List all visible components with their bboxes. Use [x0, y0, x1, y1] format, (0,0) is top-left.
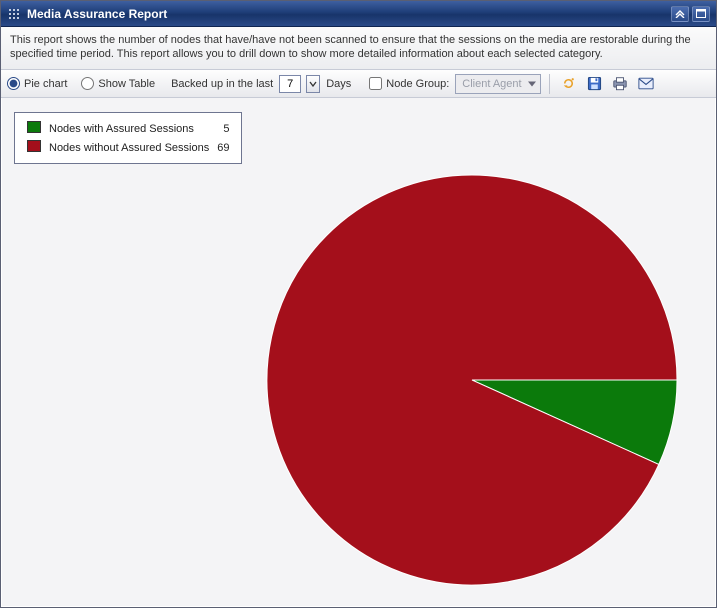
- chevron-up-icon: [675, 10, 685, 18]
- legend-value: 69: [213, 138, 233, 157]
- legend-label: Nodes with Assured Sessions: [45, 119, 213, 138]
- backed-label-prefix: Backed up in the last: [171, 78, 273, 90]
- email-button[interactable]: [636, 74, 656, 94]
- legend-value: 5: [213, 119, 233, 138]
- backed-label-suffix: Days: [326, 78, 351, 90]
- legend-item: Nodes without Assured Sessions 69: [23, 138, 233, 157]
- maximize-icon: [696, 9, 706, 18]
- refresh-icon: [561, 76, 576, 91]
- days-input[interactable]: [279, 75, 301, 93]
- chevron-down-icon: [309, 81, 317, 87]
- window-title: Media Assurance Report: [27, 7, 167, 21]
- chart-content: Nodes with Assured Sessions 5 Nodes with…: [2, 100, 715, 606]
- node-group-value: Client Agent: [462, 78, 521, 90]
- drag-handle-icon: [7, 7, 21, 21]
- chart-legend: Nodes with Assured Sessions 5 Nodes with…: [14, 112, 242, 164]
- view-pie-label: Pie chart: [24, 78, 67, 90]
- pie-slice[interactable]: [267, 175, 677, 585]
- print-button[interactable]: [610, 74, 630, 94]
- printer-icon: [612, 76, 628, 91]
- node-group-label: Node Group:: [386, 78, 449, 90]
- legend-swatch: [27, 140, 41, 152]
- view-table-label: Show Table: [98, 78, 155, 90]
- maximize-button[interactable]: [692, 6, 710, 22]
- node-group-checkbox-input[interactable]: [369, 77, 382, 90]
- pie-chart[interactable]: [262, 170, 682, 590]
- legend-item: Nodes with Assured Sessions 5: [23, 119, 233, 138]
- node-group-select[interactable]: Client Agent: [455, 74, 541, 94]
- legend-label: Nodes without Assured Sessions: [45, 138, 213, 157]
- view-pie-radio-input[interactable]: [7, 77, 20, 90]
- node-group-checkbox[interactable]: Node Group:: [369, 77, 449, 90]
- view-pie-radio[interactable]: Pie chart: [7, 77, 67, 90]
- refresh-button[interactable]: [558, 74, 578, 94]
- titlebar: Media Assurance Report: [1, 1, 716, 27]
- view-table-radio[interactable]: Show Table: [81, 77, 155, 90]
- toolbar-divider: [549, 74, 550, 94]
- report-window: Media Assurance Report This report shows…: [0, 0, 717, 608]
- report-description: This report shows the number of nodes th…: [1, 27, 716, 70]
- save-button[interactable]: [584, 74, 604, 94]
- legend-swatch: [27, 121, 41, 133]
- floppy-icon: [587, 76, 602, 91]
- days-stepper[interactable]: [306, 75, 320, 93]
- view-table-radio-input[interactable]: [81, 77, 94, 90]
- collapse-button[interactable]: [671, 6, 689, 22]
- report-toolbar: Pie chart Show Table Backed up in the la…: [1, 70, 716, 98]
- envelope-icon: [638, 77, 654, 90]
